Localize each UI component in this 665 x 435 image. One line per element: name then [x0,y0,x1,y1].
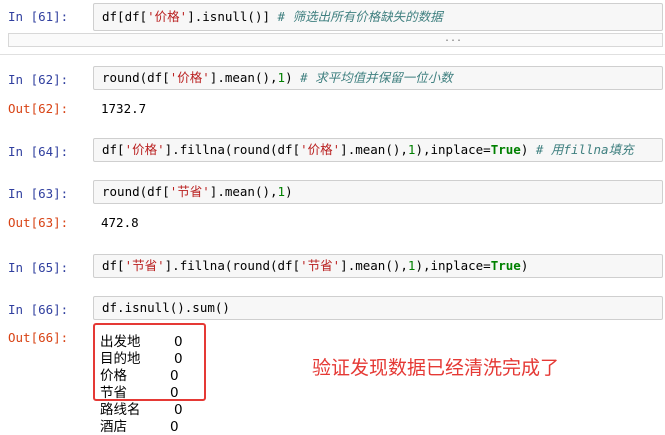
output-value: 472.8 [101,215,139,230]
series-value: 0 [170,419,179,435]
collapsed-marker: ... [443,33,462,44]
code-text: df.isnull().sum() [102,300,230,315]
collapsed-output-bar[interactable]: ... [8,33,663,47]
series-row: 酒店 0 [100,415,179,435]
output-prompt: Out[66]: [8,330,69,345]
input-prompt: In [62]: [8,72,69,87]
code-text: df[df['价格'].isnull()] # 筛选出所有价格缺失的数据 [102,9,443,24]
input-prompt: In [66]: [8,302,69,317]
output-value: 1732.7 [101,101,147,116]
code-text: df['价格'].fillna(round(df['价格'].mean(),1)… [102,142,634,157]
series-key: 酒店 [100,419,127,435]
annotation-text: 验证发现数据已经清洗完成了 [312,357,560,379]
code-text: round(df['节省'].mean(),1) [102,184,293,199]
code-editor[interactable]: df.isnull().sum() [93,296,663,320]
input-prompt: In [65]: [8,260,69,275]
divider [0,54,665,55]
code-editor[interactable]: df[df['价格'].isnull()] # 筛选出所有价格缺失的数据 [93,3,663,31]
code-editor[interactable]: df['价格'].fillna(round(df['价格'].mean(),1)… [93,138,663,162]
input-prompt: In [64]: [8,144,69,159]
code-editor[interactable]: round(df['价格'].mean(),1) # 求平均值并保留一位小数 [93,66,663,90]
input-prompt: In [63]: [8,186,69,201]
code-text: df['节省'].fillna(round(df['节省'].mean(),1)… [102,258,529,273]
output-prompt: Out[62]: [8,101,69,116]
input-prompt: In [61]: [8,9,69,24]
code-text: round(df['价格'].mean(),1) # 求平均值并保留一位小数 [102,70,453,85]
highlight-box [93,323,206,401]
code-editor[interactable]: round(df['节省'].mean(),1) [93,180,663,204]
code-editor[interactable]: df['节省'].fillna(round(df['节省'].mean(),1)… [93,254,663,278]
output-prompt: Out[63]: [8,215,69,230]
